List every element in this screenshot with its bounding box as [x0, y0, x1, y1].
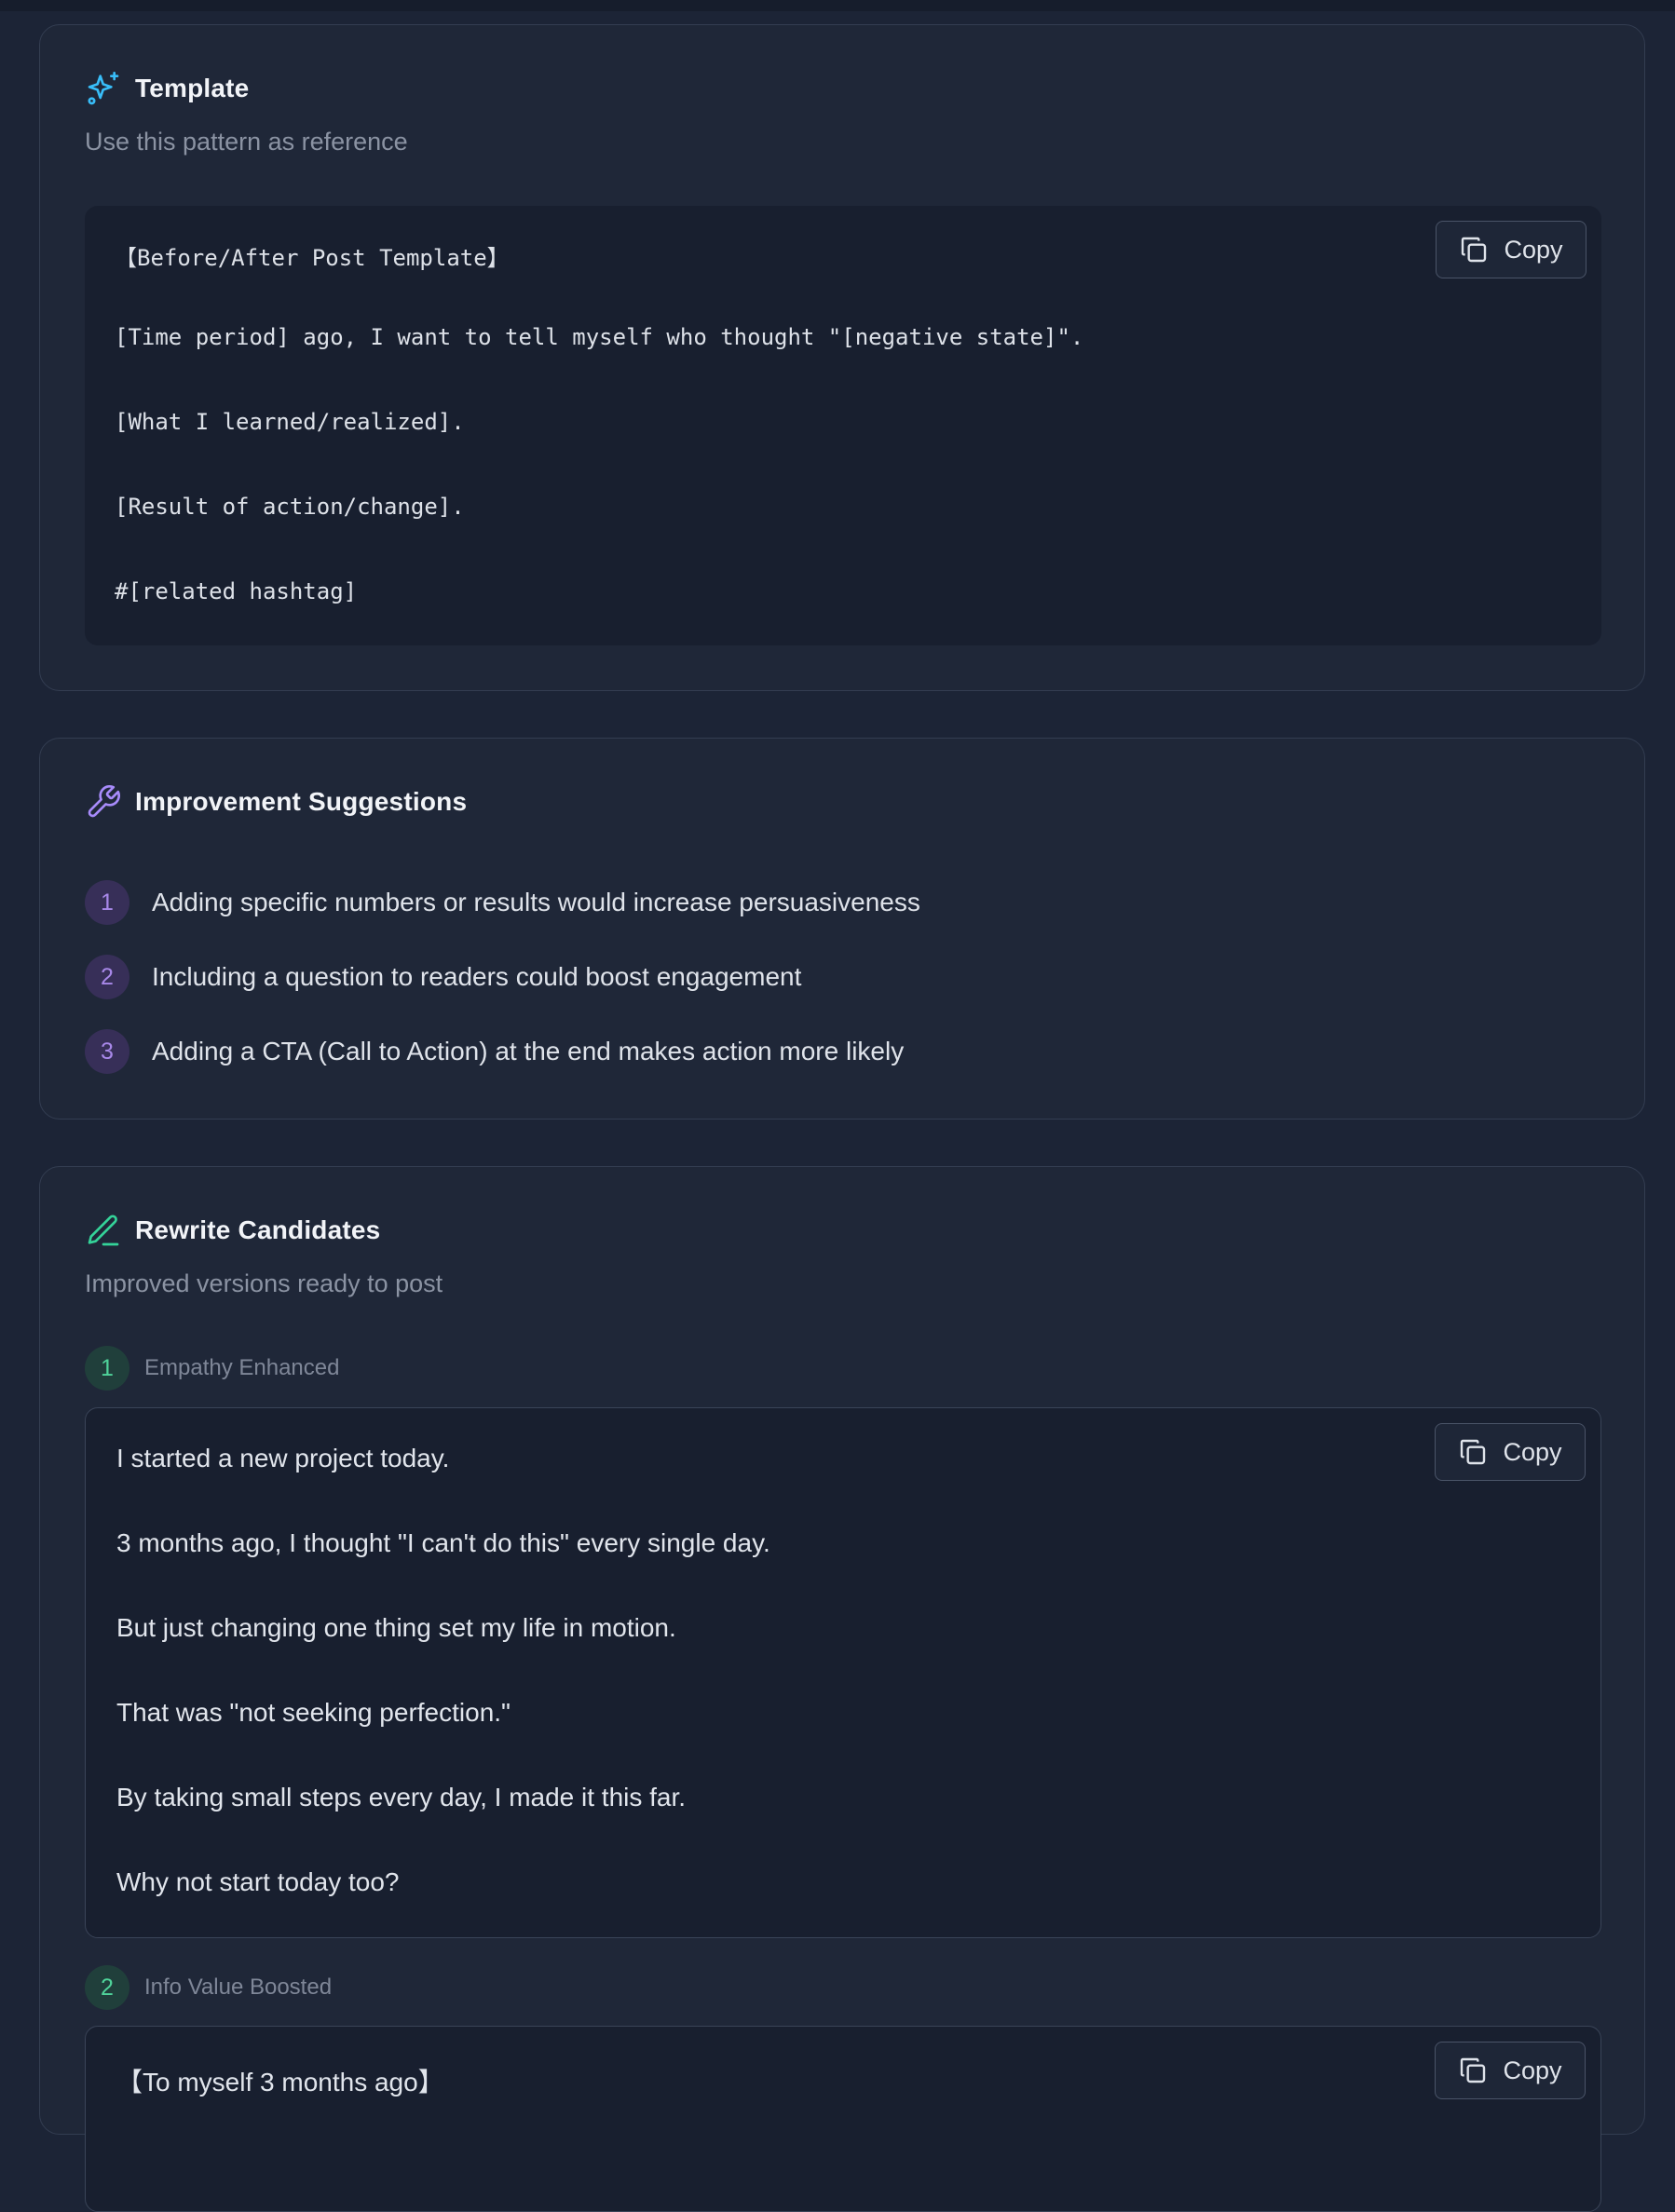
- suggestions-card: Improvement Suggestions 1 Adding specifi…: [39, 738, 1645, 1120]
- wrench-icon: [85, 783, 122, 821]
- candidate-text-box: Copy I started a new project today. 3 mo…: [85, 1407, 1601, 1938]
- candidate-line: But just changing one thing set my life …: [116, 1613, 676, 1642]
- candidate-line: By taking small steps every day, I made …: [116, 1783, 687, 1812]
- rewrite-card-header: Rewrite Candidates: [85, 1212, 380, 1249]
- copy-icon: [1458, 2056, 1488, 2085]
- template-line: #[related hashtag]: [115, 578, 358, 604]
- suggestion-text: Including a question to readers could bo…: [152, 962, 802, 991]
- suggestion-text: Adding specific numbers or results would…: [152, 888, 920, 916]
- template-card: Template Use this pattern as reference C…: [39, 24, 1645, 691]
- template-line: [Time period] ago, I want to tell myself…: [115, 324, 1084, 350]
- suggestions-title: Improvement Suggestions: [135, 787, 468, 816]
- candidate-label: Info Value Boosted: [144, 1975, 333, 2000]
- candidate-line: Why not start today too?: [116, 1867, 400, 1896]
- candidate-number-badge: 2: [85, 1965, 129, 2010]
- top-strip: [0, 0, 1675, 11]
- suggestions-card-header: Improvement Suggestions: [85, 783, 467, 821]
- candidate-line: I started a new project today.: [116, 1444, 450, 1472]
- pen-icon: [85, 1212, 122, 1249]
- candidate-line: 3 months ago, I thought "I can't do this…: [116, 1528, 770, 1557]
- candidate-copy-button[interactable]: Copy: [1435, 2042, 1586, 2099]
- suggestion-number-badge: 1: [85, 880, 129, 925]
- copy-label: Copy: [1503, 2056, 1562, 2084]
- template-line: 【Before/After Post Template】: [115, 245, 510, 271]
- candidate-header: 2 Info Value Boosted: [85, 1965, 332, 2010]
- candidate-line: 【To myself 3 months ago】: [116, 2068, 444, 2097]
- suggestion-item: 3 Adding a CTA (Call to Action) at the e…: [85, 1029, 904, 1074]
- sparkles-icon: [85, 70, 122, 107]
- suggestion-item: 2 Including a question to readers could …: [85, 955, 801, 999]
- template-code-block: Copy 【Before/After Post Template】 [Time …: [85, 206, 1601, 645]
- candidate-text-box: Copy 【To myself 3 months ago】: [85, 2026, 1601, 2212]
- template-copy-button[interactable]: Copy: [1436, 221, 1586, 278]
- candidate-copy-button[interactable]: Copy: [1435, 1423, 1586, 1481]
- template-line: [What I learned/realized].: [115, 409, 465, 435]
- template-subtitle: Use this pattern as reference: [85, 128, 408, 156]
- suggestion-item: 1 Adding specific numbers or results wou…: [85, 880, 920, 925]
- suggestion-number-badge: 3: [85, 1029, 129, 1074]
- template-line: [Result of action/change].: [115, 494, 465, 520]
- copy-label: Copy: [1504, 235, 1563, 264]
- candidate-number-badge: 1: [85, 1346, 129, 1391]
- template-card-header: Template: [85, 70, 249, 107]
- suggestion-text: Adding a CTA (Call to Action) at the end…: [152, 1037, 905, 1065]
- suggestion-number-badge: 2: [85, 955, 129, 999]
- candidate-header: 1 Empathy Enhanced: [85, 1346, 339, 1391]
- copy-label: Copy: [1503, 1437, 1562, 1466]
- copy-icon: [1459, 235, 1489, 265]
- rewrite-subtitle: Improved versions ready to post: [85, 1269, 443, 1297]
- rewrite-title: Rewrite Candidates: [135, 1215, 381, 1244]
- candidate-line: That was "not seeking perfection.": [116, 1698, 511, 1727]
- candidate-label: Empathy Enhanced: [144, 1355, 340, 1380]
- copy-icon: [1458, 1437, 1488, 1467]
- template-title: Template: [135, 74, 250, 102]
- rewrite-card: Rewrite Candidates Improved versions rea…: [39, 1166, 1645, 2212]
